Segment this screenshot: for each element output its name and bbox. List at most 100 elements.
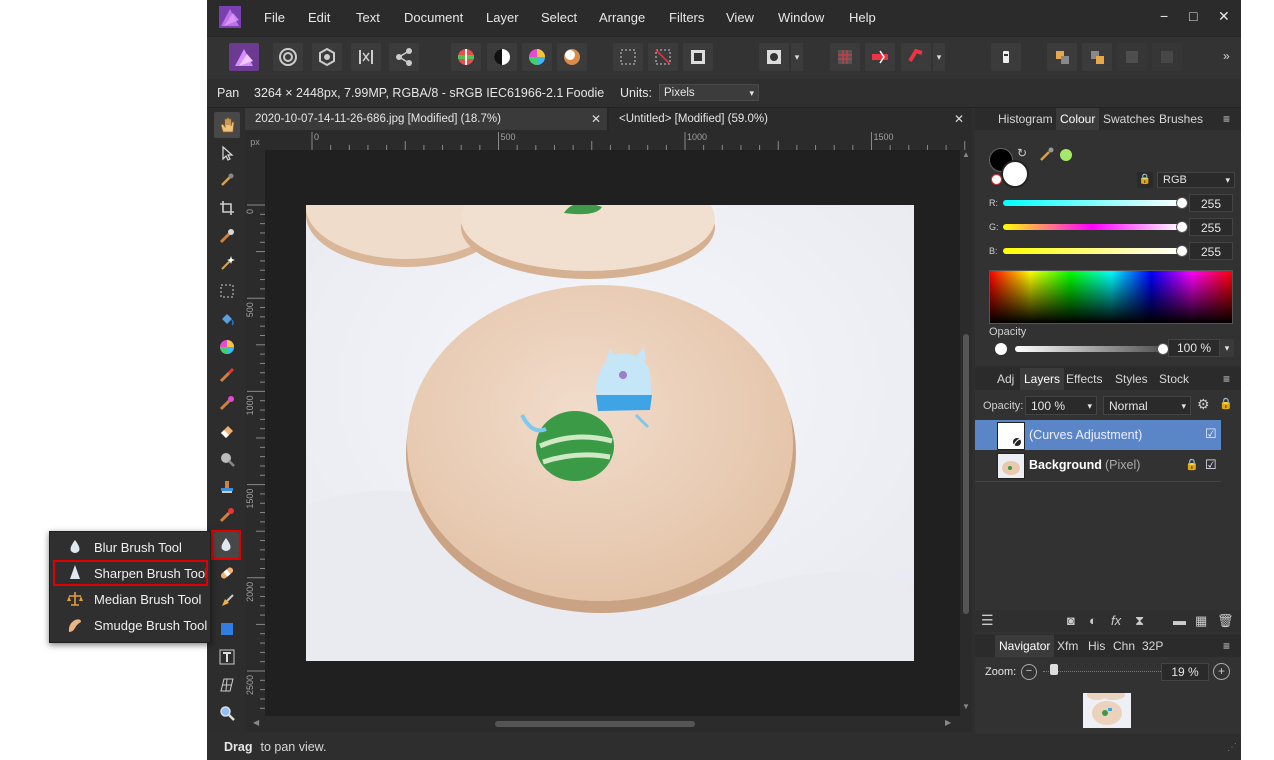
vertical-scroll-thumb[interactable] xyxy=(963,334,969,614)
quick-mask-dropdown[interactable]: ▾ xyxy=(791,43,803,71)
quick-mask-button[interactable] xyxy=(759,43,789,71)
opacity-input[interactable]: 100 % xyxy=(1168,339,1220,357)
horizontal-scrollbar[interactable]: ◀ ▶ xyxy=(245,716,972,732)
tab-histogram[interactable]: Histogram xyxy=(998,108,1053,130)
erase-brush-tool[interactable] xyxy=(214,418,240,444)
navigator-preview[interactable] xyxy=(1083,690,1131,728)
tab-history[interactable]: His xyxy=(1088,635,1105,657)
menu-window[interactable]: Window xyxy=(778,10,824,25)
zoom-in-icon[interactable]: + xyxy=(1213,663,1230,680)
folder-icon[interactable]: ▬ xyxy=(1173,613,1186,628)
colour-picker-tool[interactable] xyxy=(214,167,240,193)
arrange-back-button[interactable] xyxy=(1047,43,1077,71)
auto-contrast-button[interactable] xyxy=(487,43,517,71)
arrange-backward-button[interactable] xyxy=(1152,43,1182,71)
pen-tool[interactable] xyxy=(214,588,240,614)
layer-row-background[interactable]: Background (Pixel) 🔒 ☑ xyxy=(975,451,1221,482)
tab-stock[interactable]: Stock xyxy=(1159,368,1189,390)
channel-value-input[interactable]: 255 xyxy=(1189,194,1233,212)
document-canvas[interactable] xyxy=(265,150,960,716)
close-icon[interactable]: ✕ xyxy=(591,108,601,130)
layer-row-curves[interactable]: (Curves Adjustment) ☑ xyxy=(975,420,1221,450)
channel-value-input[interactable]: 255 xyxy=(1189,242,1233,260)
channel-slider-track[interactable] xyxy=(1003,224,1181,230)
blur-brush-tool[interactable] xyxy=(213,532,239,558)
units-select[interactable]: Pixels ▾ xyxy=(659,84,759,101)
auto-white-balance-button[interactable] xyxy=(557,43,587,71)
deselect-button[interactable] xyxy=(648,43,678,71)
flyout-item-blur-brush[interactable]: Blur Brush Tool xyxy=(50,534,210,560)
snapping-dropdown[interactable]: ▾ xyxy=(933,43,945,71)
auto-levels-button[interactable] xyxy=(451,43,481,71)
channel-value-input[interactable]: 255 xyxy=(1189,218,1233,236)
view-tool[interactable] xyxy=(214,112,240,138)
tone-mapping-persona-button[interactable] xyxy=(351,43,381,71)
scroll-up-icon[interactable]: ▲ xyxy=(962,150,970,159)
invert-selection-button[interactable] xyxy=(683,43,713,71)
resize-grip-icon[interactable]: ⋰ xyxy=(1227,742,1237,753)
panel-menu-icon[interactable]: ≡ xyxy=(1223,635,1230,657)
paint-brush-tool[interactable] xyxy=(214,362,240,388)
chevron-down-icon[interactable]: ▾ xyxy=(1220,339,1234,357)
scroll-down-icon[interactable]: ▼ xyxy=(962,702,970,711)
tab-transform[interactable]: Xfm xyxy=(1057,635,1078,657)
zoom-tool[interactable] xyxy=(214,700,240,726)
fx-icon[interactable]: fx xyxy=(1111,613,1121,628)
marquee-button[interactable] xyxy=(613,43,643,71)
dodge-brush-tool[interactable] xyxy=(214,446,240,472)
minimize-button[interactable]: − xyxy=(1160,8,1168,24)
channel-slider-knob[interactable] xyxy=(1176,245,1188,257)
tab-swatches[interactable]: Swatches xyxy=(1103,108,1155,130)
selection-brush-tool[interactable] xyxy=(214,223,240,249)
lock-icon[interactable]: 🔒 xyxy=(1185,458,1199,471)
add-pixel-layer-icon[interactable]: ▦ xyxy=(1195,613,1207,629)
zoom-slider-track[interactable] xyxy=(1043,671,1161,674)
eyedropper-icon[interactable] xyxy=(1039,146,1055,162)
channel-slider-track[interactable] xyxy=(1003,200,1181,206)
auto-colours-button[interactable] xyxy=(522,43,552,71)
horizontal-scroll-thumb[interactable] xyxy=(495,721,695,727)
red-eye-tool[interactable] xyxy=(214,502,240,528)
gear-icon[interactable]: ⚙ xyxy=(1197,396,1210,413)
menu-file[interactable]: File xyxy=(264,10,285,25)
tab-layers[interactable]: Layers xyxy=(1020,368,1065,390)
blend-mode-select[interactable]: Normal ▾ xyxy=(1103,396,1191,415)
layer-visibility-checkbox[interactable]: ☑ xyxy=(1205,426,1217,442)
maximize-button[interactable]: □ xyxy=(1189,8,1197,24)
flood-fill-tool[interactable] xyxy=(214,306,240,332)
doc-tab-photo[interactable]: 2020-10-07-14-11-26-686.jpg [Modified] (… xyxy=(245,108,607,130)
colour-spectrum[interactable] xyxy=(989,270,1233,324)
tab-brushes[interactable]: Brushes xyxy=(1159,108,1203,130)
channel-slider-knob[interactable] xyxy=(1176,197,1188,209)
tab-colour[interactable]: Colour xyxy=(1056,108,1100,130)
mask-layer-icon[interactable]: ◙ xyxy=(1067,613,1075,628)
tab-channels[interactable]: Chn xyxy=(1113,635,1135,657)
crop-tool[interactable] xyxy=(214,195,240,221)
tab-effects[interactable]: Effects xyxy=(1066,368,1102,390)
tab-adjustments[interactable]: Adj xyxy=(997,368,1014,390)
colour-replacement-tool[interactable] xyxy=(214,390,240,416)
trash-icon[interactable]: 🗑 xyxy=(1217,613,1234,629)
move-tool[interactable] xyxy=(214,140,240,166)
menu-view[interactable]: View xyxy=(726,10,754,25)
clone-brush-tool[interactable] xyxy=(214,474,240,500)
liquify-persona-button[interactable] xyxy=(273,43,303,71)
menu-text[interactable]: Text xyxy=(356,10,380,25)
scroll-right-icon[interactable]: ▶ xyxy=(945,718,951,727)
channel-slider-knob[interactable] xyxy=(1176,221,1188,233)
live-filter-icon[interactable]: ⧗ xyxy=(1135,613,1144,629)
close-window-button[interactable]: ✕ xyxy=(1218,8,1230,25)
opacity-slider-track[interactable] xyxy=(1015,346,1161,352)
mesh-warp-tool[interactable] xyxy=(214,672,240,698)
export-persona-button[interactable] xyxy=(389,43,419,71)
panel-menu-icon[interactable]: ≡ xyxy=(1223,368,1230,390)
photo-persona-button[interactable] xyxy=(229,43,259,71)
colour-mode-select[interactable]: RGB ▾ xyxy=(1157,172,1235,188)
assistant-button[interactable] xyxy=(991,43,1021,71)
rectangular-marquee-tool[interactable] xyxy=(214,278,240,304)
arrange-forward-button[interactable] xyxy=(1117,43,1147,71)
tab-styles[interactable]: Styles xyxy=(1115,368,1148,390)
menu-arrange[interactable]: Arrange xyxy=(599,10,645,25)
tab-32p[interactable]: 32P xyxy=(1142,635,1163,657)
develop-persona-button[interactable] xyxy=(312,43,342,71)
